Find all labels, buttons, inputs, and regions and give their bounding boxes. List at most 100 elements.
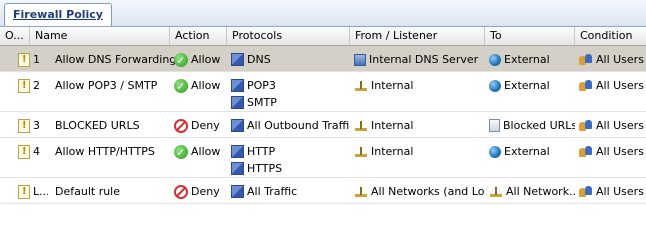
- rule-action: Allow: [191, 53, 221, 66]
- cell-condition: All Users: [579, 46, 646, 68]
- rule-name: Allow HTTP/HTTPS: [55, 145, 155, 158]
- grid-header: O... Name Action Protocols From / Listen…: [0, 27, 646, 46]
- name-cell: Allow HTTP/HTTPS: [55, 143, 191, 160]
- condition-cell: All Users: [579, 143, 646, 160]
- order-cell: 1: [18, 51, 48, 68]
- tab-firewall-policy[interactable]: Firewall Policy: [4, 3, 112, 26]
- cell-protocols: All Outbound Traffic: [231, 112, 350, 134]
- rule-condition: All Users: [596, 119, 644, 132]
- rule-condition: All Users: [596, 185, 644, 198]
- rule-order: 4: [33, 145, 40, 158]
- protocol-label: All Outbound Traffic: [247, 119, 350, 132]
- name-cell: BLOCKED URLS: [55, 117, 191, 134]
- name-cell: Allow DNS Forwarding: [55, 51, 191, 68]
- rule-to: All Network...: [506, 185, 575, 198]
- order-cell: L...: [18, 183, 48, 200]
- to-cell: External: [489, 51, 575, 68]
- allow-icon: [174, 52, 188, 68]
- condition-cell: All Users: [579, 77, 646, 94]
- protocol-item: HTTPS: [231, 160, 350, 177]
- network-icon: [489, 185, 503, 199]
- users-icon: [579, 79, 593, 93]
- network-icon: [354, 79, 368, 93]
- protocol-icon: [231, 96, 244, 109]
- column-header-order[interactable]: O...: [0, 27, 30, 45]
- policy-rule-row[interactable]: −2 Allow POP3 / SMTP Allow POP3 SMTP Internal…: [0, 72, 646, 112]
- order-cell: 3: [18, 117, 48, 134]
- column-header-action[interactable]: Action: [170, 27, 227, 45]
- deny-icon: [174, 184, 188, 199]
- firewall-policy-grid: O... Name Action Protocols From / Listen…: [0, 27, 646, 204]
- protocol-icon: [231, 162, 244, 175]
- to-cell: External: [489, 77, 575, 94]
- cell-from: Internal: [354, 138, 485, 160]
- protocol-item: SMTP: [231, 94, 350, 111]
- cell-from: Internal: [354, 72, 485, 94]
- protocol-label: POP3: [247, 79, 276, 92]
- cell-from: Internal: [354, 112, 485, 134]
- column-header-to[interactable]: To: [485, 27, 575, 45]
- action-cell: Allow: [174, 143, 227, 160]
- cell-order: −2: [18, 72, 48, 94]
- rule-from: Internal: [371, 119, 414, 132]
- action-cell: Allow: [174, 77, 227, 94]
- condition-cell: All Users: [579, 183, 646, 200]
- rule-name: Allow POP3 / SMTP: [55, 79, 158, 92]
- cell-condition: All Users: [579, 138, 646, 160]
- action-cell: Allow: [174, 51, 227, 68]
- cell-protocols: POP3 SMTP: [231, 72, 350, 111]
- cell-name: Allow POP3 / SMTP: [55, 72, 191, 94]
- column-header-from-listener[interactable]: From / Listener: [350, 27, 485, 45]
- cell-from: All Networks (and Lo...: [354, 178, 485, 200]
- rule-to: Blocked URLs: [503, 119, 575, 132]
- column-header-condition[interactable]: Condition: [575, 27, 646, 45]
- name-cell: Default rule: [55, 183, 191, 200]
- from-cell: Internal: [354, 117, 485, 134]
- policy-rule-row[interactable]: 1 Allow DNS Forwarding Allow DNS Internal DN…: [0, 46, 646, 72]
- from-cell: Internal: [354, 77, 485, 94]
- rule-condition: All Users: [596, 145, 644, 158]
- protocol-label: SMTP: [247, 96, 277, 109]
- to-cell: External: [489, 143, 575, 160]
- protocol-icon: [231, 185, 244, 198]
- cell-condition: All Users: [579, 72, 646, 94]
- from-cell: All Networks (and Lo...: [354, 183, 485, 200]
- policy-rule-row[interactable]: 3 BLOCKED URLS Deny All Outbound Traffic Int…: [0, 112, 646, 138]
- rule-icon: [18, 184, 30, 199]
- cell-to: External: [489, 138, 575, 160]
- globe-icon: [489, 79, 501, 92]
- protocol-item: All Traffic: [231, 183, 350, 200]
- condition-cell: All Users: [579, 117, 646, 134]
- globe-icon: [489, 145, 501, 158]
- users-icon: [579, 119, 593, 133]
- rule-icon: [18, 52, 30, 67]
- from-cell: Internal: [354, 143, 485, 160]
- name-cell: Allow POP3 / SMTP: [55, 77, 191, 94]
- policy-rule-row[interactable]: −4 Allow HTTP/HTTPS Allow HTTP HTTPS Internal…: [0, 138, 646, 178]
- rule-order: 3: [33, 119, 40, 132]
- rule-icon: [18, 78, 30, 93]
- cell-action: Deny: [174, 178, 227, 200]
- condition-cell: All Users: [579, 51, 646, 68]
- cell-name: Allow HTTP/HTTPS: [55, 138, 191, 160]
- rule-name: BLOCKED URLS: [55, 119, 140, 132]
- rule-icon: [18, 118, 30, 133]
- policy-rule-row[interactable]: L... Default rule Deny All Traffic All Netwo…: [0, 178, 646, 204]
- column-header-protocols[interactable]: Protocols: [227, 27, 350, 45]
- cell-order: −4: [18, 138, 48, 160]
- rule-from: All Networks (and Lo...: [371, 185, 485, 198]
- cell-condition: All Users: [579, 112, 646, 134]
- cell-to: External: [489, 72, 575, 94]
- rule-order: L...: [33, 185, 48, 198]
- protocol-item: DNS: [231, 51, 350, 68]
- rule-name: Default rule: [55, 185, 121, 198]
- cell-action: Deny: [174, 112, 227, 134]
- rule-from: Internal: [371, 79, 414, 92]
- allow-icon: [174, 144, 188, 160]
- rule-condition: All Users: [596, 79, 644, 92]
- cell-protocols: HTTP HTTPS: [231, 138, 350, 177]
- rule-name: Allow DNS Forwarding: [55, 53, 177, 66]
- deny-icon: [174, 118, 188, 133]
- cell-action: Allow: [174, 46, 227, 68]
- column-header-name[interactable]: Name: [30, 27, 170, 45]
